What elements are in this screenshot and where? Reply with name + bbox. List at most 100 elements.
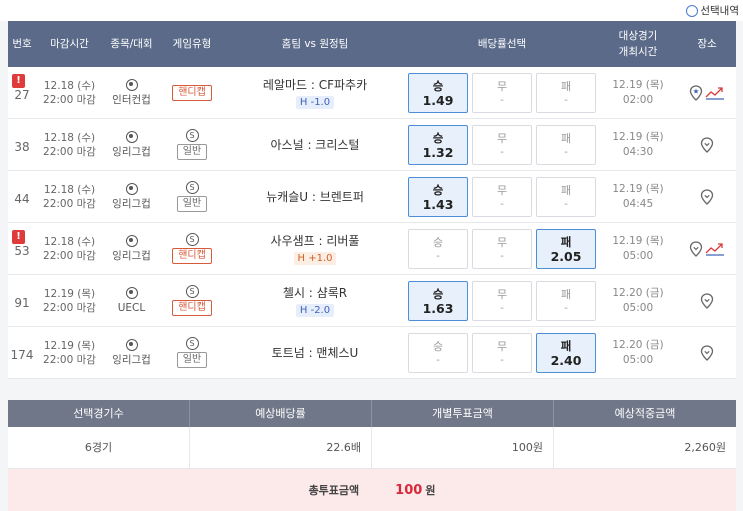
deadline-time: 22:00 마감 <box>43 197 96 210</box>
odds-label: 승 <box>432 79 444 93</box>
selection-toggle[interactable]: 선택내역 <box>686 3 739 18</box>
odds-button-win[interactable]: 승 1.63 <box>408 280 468 321</box>
game-time: 12.19 (목) 02:00 <box>598 78 678 108</box>
odds-button-win[interactable]: 승 1.43 <box>408 176 468 217</box>
game-time: 12.20 (금) 05:00 <box>598 338 678 368</box>
summary-bet-value: 100원 <box>372 427 554 468</box>
match-teams: 토트넘 : 맨체스U <box>224 344 406 361</box>
deadline-time: 22:00 마감 <box>43 301 96 314</box>
odds-label: 무 <box>496 132 508 145</box>
soccer-ball-icon <box>125 286 138 299</box>
deadline-date: 12.19 (목) <box>43 339 96 352</box>
summary-header-bet: 개별투표금액 <box>372 400 554 427</box>
top-bar: 선택내역 <box>0 0 743 21</box>
special-s-icon: S <box>185 129 199 142</box>
venue <box>678 240 736 257</box>
game-type: S 일반 <box>160 129 224 160</box>
deadline-time: 22:00 마감 <box>43 249 96 262</box>
header-game-time-l2: 개최시간 <box>618 46 658 58</box>
odds-button-win[interactable]: 승 - <box>408 228 468 269</box>
game-type-badge: 핸디캡 <box>172 84 212 101</box>
deadline-time: 22:00 마감 <box>43 93 96 106</box>
soccer-ball-icon <box>125 130 138 143</box>
location-pin-icon[interactable] <box>700 136 714 153</box>
location-pin-icon[interactable] <box>689 240 703 257</box>
odds-button-lose[interactable]: 패 - <box>536 72 596 113</box>
odds-button-draw[interactable]: 무 - <box>472 176 532 217</box>
trend-chart-icon[interactable] <box>705 86 725 100</box>
odds-value: 1.43 <box>422 197 454 212</box>
match-name: 사우샘프 : 리버풀 <box>270 234 360 248</box>
deadline: 12.19 (목) 22:00 마감 <box>36 287 103 315</box>
odds-button-draw[interactable]: 무 - <box>472 72 532 113</box>
table-row: 38 12.18 (수) 22:00 마감 잉리그컵 S 일반 아스널 : 크리… <box>8 119 736 171</box>
odds-selection: 승 1.32 무 - 패 - <box>406 124 598 165</box>
league-name: 잉리그컵 <box>112 145 151 158</box>
odds-value: 2.05 <box>550 249 582 264</box>
match-teams: 아스널 : 크리스털 <box>224 136 406 153</box>
total-bet-amount: 100 <box>395 483 423 498</box>
odds-selection: 승 - 무 - 패 2.05 <box>406 228 598 269</box>
table-row: ! 27 12.18 (수) 22:00 마감 인터컨컵 핸디캡 레알마드 : … <box>8 67 736 119</box>
header-match: 홈팀 vs 원정팀 <box>281 38 349 50</box>
league: 잉리그컵 <box>103 130 160 159</box>
game-type-badge: 일반 <box>176 144 208 160</box>
location-pin-icon[interactable] <box>689 84 703 101</box>
game-date: 12.20 (금) <box>612 286 664 299</box>
alert-icon: ! <box>12 73 25 88</box>
odds-button-draw[interactable]: 무 - <box>472 280 532 321</box>
odds-selection: 승 1.43 무 - 패 - <box>406 176 598 217</box>
venue <box>678 292 736 309</box>
header-no: 번호 <box>12 38 32 50</box>
odds-value: - <box>564 95 568 106</box>
odds-button-lose[interactable]: 패 2.40 <box>536 332 596 373</box>
odds-value: 1.63 <box>422 301 454 316</box>
game-type-badge: 핸디캡 <box>172 300 212 316</box>
odds-button-lose[interactable]: 패 2.05 <box>536 228 596 269</box>
game-date: 12.19 (목) <box>612 130 664 143</box>
bet-summary: 선택경기수 예상배당률 개별투표금액 예상적중금액 6경기 22.6배 100원… <box>8 400 736 511</box>
deadline: 12.18 (수) 22:00 마감 <box>36 235 103 263</box>
deadline: 12.18 (수) 22:00 마감 <box>36 131 103 159</box>
odds-value: - <box>436 251 440 262</box>
odds-button-win[interactable]: 승 1.32 <box>408 124 468 165</box>
odds-value: - <box>500 147 504 158</box>
match-table: 번호 마감시간 종목/대회 게임유형 홈팀 vs 원정팀 배당률선택 대상경기 … <box>8 21 736 379</box>
deadline-date: 12.18 (수) <box>43 235 96 248</box>
odds-selection: 승 1.63 무 - 패 - <box>406 280 598 321</box>
selection-checkbox[interactable] <box>686 4 699 17</box>
trend-chart-icon[interactable] <box>705 242 725 256</box>
odds-button-draw[interactable]: 무 - <box>472 228 532 269</box>
odds-button-lose[interactable]: 패 - <box>536 176 596 217</box>
summary-header-odds: 예상배당률 <box>190 400 372 427</box>
summary-header: 선택경기수 예상배당률 개별투표금액 예상적중금액 <box>8 400 736 427</box>
match-number: 38 <box>14 139 30 154</box>
odds-button-draw[interactable]: 무 - <box>472 332 532 373</box>
odds-button-win[interactable]: 승 - <box>408 332 468 373</box>
soccer-ball-icon <box>125 78 138 91</box>
odds-button-win[interactable]: 승 1.49 <box>408 72 468 113</box>
deadline-date: 12.18 (수) <box>43 183 96 196</box>
summary-values: 6경기 22.6배 100원 2,260원 <box>8 427 736 469</box>
odds-value: - <box>500 95 504 106</box>
odds-label: 승 <box>432 236 444 249</box>
total-bet-value: 100 원 <box>395 482 435 498</box>
odds-button-lose[interactable]: 패 - <box>536 280 596 321</box>
location-pin-icon[interactable] <box>700 188 714 205</box>
game-date: 12.19 (목) <box>612 234 664 247</box>
special-s-icon: S <box>185 181 199 194</box>
odds-label: 패 <box>560 184 572 197</box>
game-time: 12.20 (금) 05:00 <box>598 286 678 316</box>
odds-selection: 승 1.49 무 - 패 - <box>406 72 598 113</box>
match-number: 174 <box>10 347 34 362</box>
location-pin-icon[interactable] <box>700 344 714 361</box>
location-pin-icon[interactable] <box>700 292 714 309</box>
match-name: 첼시 : 샴록R <box>282 286 348 300</box>
odds-button-lose[interactable]: 패 - <box>536 124 596 165</box>
summary-header-games: 선택경기수 <box>8 400 190 427</box>
odds-button-draw[interactable]: 무 - <box>472 124 532 165</box>
row-number: 174 <box>8 344 36 362</box>
game-time: 12.19 (목) 04:45 <box>598 182 678 212</box>
soccer-ball-icon <box>125 182 138 195</box>
table-row: ! 53 12.18 (수) 22:00 마감 잉리그컵 S 핸디캡 사우샘프 … <box>8 223 736 275</box>
